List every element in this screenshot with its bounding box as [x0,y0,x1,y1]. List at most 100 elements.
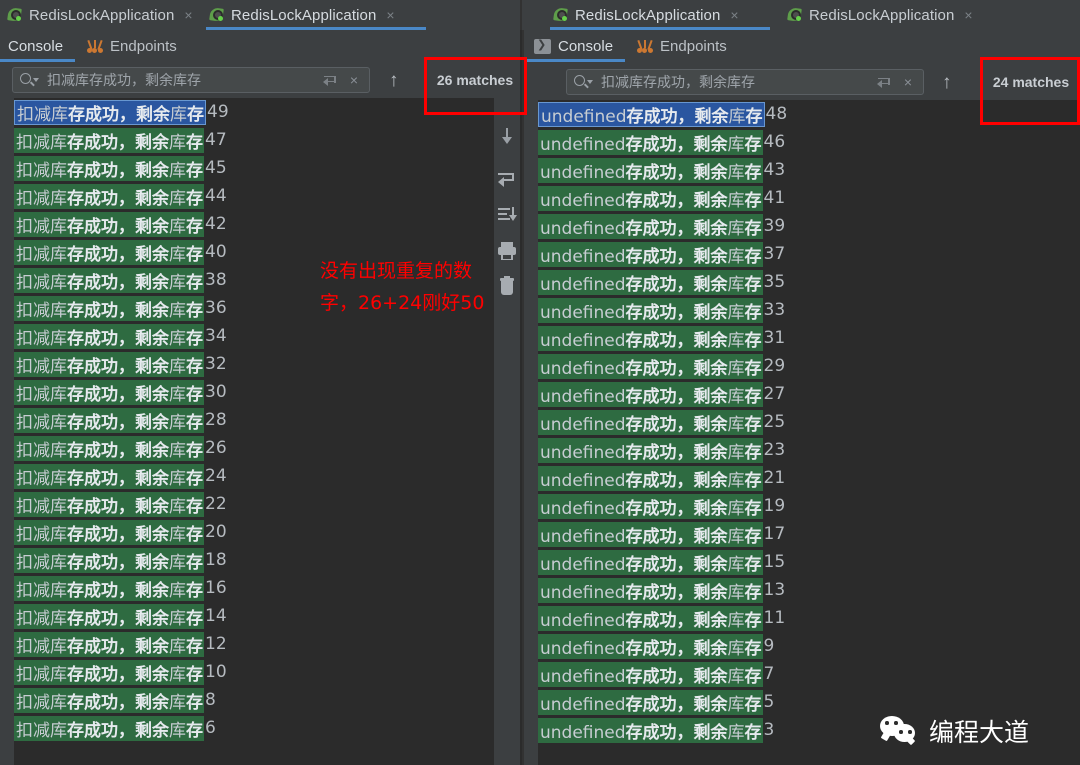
console-line: undefined存成功，剩余库存 7 [538,660,1080,688]
print-button[interactable] [494,238,520,264]
spring-boot-icon [209,6,225,23]
console-line-message: undefined存成功，剩余库存 [540,218,762,239]
search-match-highlight: undefined存成功，剩余库存 [538,185,763,211]
console-line-message: 扣减库存成功，剩余库存 [16,188,203,209]
soft-wrap-icon[interactable] [876,74,893,91]
console-line: undefined存成功，剩余库存 39 [538,212,1080,240]
console-line-value: 45 [205,158,227,178]
search-match-highlight: undefined存成功，剩余库存 [538,381,763,407]
run-tab-1-label: RedisLockApplication [231,6,377,24]
highlight-box-right-matches [980,57,1080,125]
console-line: 扣减库存成功，剩余库存 24 [14,462,520,490]
console-line-value: 35 [763,272,786,292]
watermark: 编程大道 [880,713,1029,749]
endpoints-icon [87,39,104,54]
console-line: 扣减库存成功，剩余库存 45 [14,154,520,182]
console-line: 扣减库存成功，剩余库存 20 [14,518,520,546]
search-match-highlight: 扣减库存成功，剩余库存 [14,239,204,265]
console-line-message: undefined存成功，剩余库存 [540,554,762,575]
console-line-value: 32 [205,354,227,374]
tab-console-left-label: Console [8,37,64,55]
prev-match-button-left[interactable]: ↑ [389,71,399,90]
run-tab-2[interactable]: RedisLockApplication × [546,0,774,30]
console-line: undefined存成功，剩余库存 27 [538,380,1080,408]
search-match-highlight: 扣减库存成功，剩余库存 [14,267,204,293]
watermark-label: 编程大道 [929,718,1030,747]
search-input-right[interactable]: 扣减库存成功，剩余库存 × [566,69,924,95]
tab-console-left[interactable]: Console [0,30,76,62]
search-match-highlight: undefined存成功，剩余库存 [538,633,763,659]
left-run-panel: Console Endpoints 扣减库存成功，剩余库存 × ↑ 26 mat… [0,30,520,765]
console-line: undefined存成功，剩余库存 35 [538,268,1080,296]
prev-match-button-right[interactable]: ↑ [942,73,952,92]
search-match-highlight: 扣减库存成功，剩余库存 [14,211,204,237]
search-match-highlight: 扣减库存成功，剩余库存 [14,715,204,741]
console-line-message: undefined存成功，剩余库存 [540,498,762,519]
close-icon[interactable]: × [184,8,192,22]
console-line: 扣减库存成功，剩余库存 26 [14,434,520,462]
search-input-left[interactable]: 扣减库存成功，剩余库存 × [12,67,370,93]
console-line-value: 28 [205,410,227,430]
clear-search-icon[interactable]: × [899,74,917,90]
search-match-highlight: 扣减库存成功，剩余库存 [14,687,204,713]
console-line-value: 19 [763,496,786,516]
console-line: undefined存成功，剩余库存 37 [538,240,1080,268]
console-line: undefined存成功，剩余库存 23 [538,436,1080,464]
console-line-value: 26 [205,438,227,458]
console-line: undefined存成功，剩余库存 19 [538,492,1080,520]
search-match-highlight: undefined存成功，剩余库存 [538,297,763,323]
clear-console-button[interactable] [494,274,520,300]
search-match-highlight: 扣减库存成功，剩余库存 [14,603,204,629]
console-line-value: 14 [205,606,227,626]
tab-console-right[interactable]: Console [524,30,626,62]
console-line-message: 扣减库存成功，剩余库存 [16,356,203,377]
run-tab-0[interactable]: RedisLockApplication × [0,0,200,30]
console-line: undefined存成功，剩余库存 5 [538,688,1080,716]
search-match-highlight: 扣减库存成功，剩余库存 [14,631,204,657]
search-match-highlight: undefined存成功，剩余库存 [538,157,763,183]
soft-wrap-icon[interactable] [322,72,339,89]
console-line-message: 扣减库存成功，剩余库存 [16,328,203,349]
search-match-highlight: undefined存成功，剩余库存 [538,437,763,463]
console-line: undefined存成功，剩余库存 13 [538,576,1080,604]
console-line-value: 5 [763,692,775,712]
clear-search-icon[interactable]: × [345,72,363,88]
console-line-message: undefined存成功，剩余库存 [540,526,762,547]
console-line: 扣减库存成功，剩余库存 8 [14,686,520,714]
tab-endpoints-left[interactable]: Endpoints [75,30,189,62]
scroll-down-button[interactable] [494,124,520,150]
console-line: undefined存成功，剩余库存 9 [538,632,1080,660]
trash-icon [494,274,520,300]
close-icon[interactable]: × [730,8,738,22]
soft-wrap-button[interactable] [494,166,520,192]
console-line-value: 20 [205,522,227,542]
console-line: undefined存成功，剩余库存 15 [538,548,1080,576]
search-match-highlight: undefined存成功，剩余库存 [538,605,763,631]
search-match-highlight: undefined存成功，剩余库存 [538,549,763,575]
console-output-right[interactable]: undefined存成功，剩余库存 48 undefined存成功，剩余库存 46 un… [524,100,1080,765]
search-match-highlight: undefined存成功，剩余库存 [538,129,763,155]
console-line-value: 31 [763,328,786,348]
close-icon[interactable]: × [964,8,972,22]
console-output-left[interactable]: 扣减库存成功，剩余库存 49 扣减库存成功，剩余库存 47 扣减库存成功，剩余库存 45 扣… [0,98,520,765]
console-line-message: 扣减库存成功，剩余库存 [16,552,203,573]
console-line-value: 44 [205,186,227,206]
tab-endpoints-right[interactable]: Endpoints [625,30,739,62]
tabstrip-seam [520,0,522,30]
run-tab-1[interactable]: RedisLockApplication × [202,0,430,30]
run-tab-0-label: RedisLockApplication [29,6,175,24]
tab-endpoints-left-label: Endpoints [110,37,177,55]
console-line-value: 38 [205,270,227,290]
console-line-message: undefined存成功，剩余库存 [540,414,762,435]
console-line: undefined存成功，剩余库存 46 [538,128,1080,156]
run-tab-3[interactable]: RedisLockApplication × [780,0,1000,30]
console-line-message: undefined存成功，剩余库存 [540,134,762,155]
close-icon[interactable]: × [386,8,394,22]
console-line-value: 13 [763,580,786,600]
search-match-highlight: 扣减库存成功，剩余库存 [14,491,204,517]
search-icon [20,72,39,89]
console-line: 扣减库存成功，剩余库存 32 [14,350,520,378]
console-line-value: 42 [205,214,227,234]
console-line-value: 8 [205,690,216,710]
scroll-to-end-button[interactable] [494,202,520,228]
